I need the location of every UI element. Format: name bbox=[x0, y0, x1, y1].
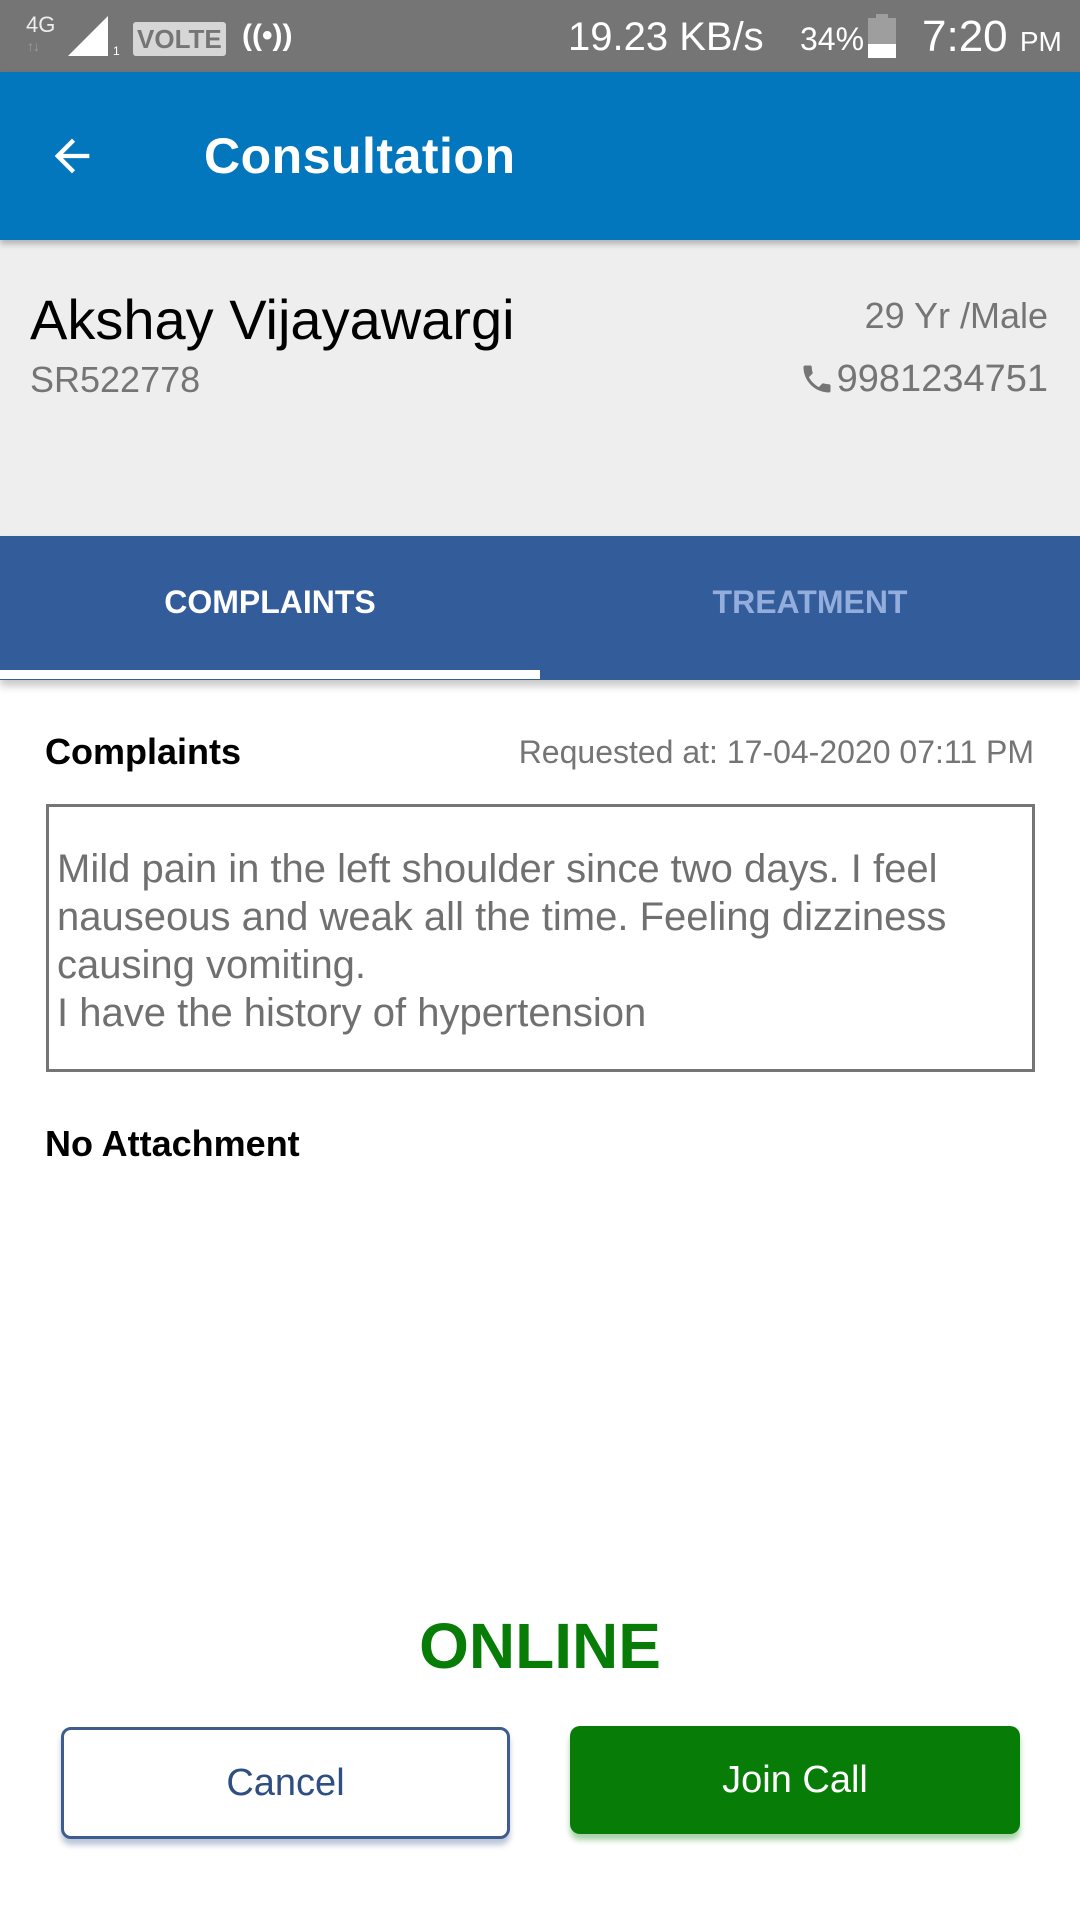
online-status: ONLINE bbox=[419, 1610, 661, 1682]
battery-fill bbox=[868, 44, 896, 58]
phone-icon bbox=[803, 365, 831, 393]
patient-age-gender: 29 Yr /Male bbox=[864, 295, 1048, 336]
battery-percent: 34% bbox=[800, 21, 865, 57]
complaint-text: Mild pain in the left shoulder since two… bbox=[46, 804, 1035, 1072]
volte-badge: VOLTE bbox=[133, 22, 226, 56]
patient-card: Akshay Vijayawargi SR522778 29 Yr /Male … bbox=[0, 240, 1080, 536]
cancel-button[interactable]: Cancel bbox=[61, 1727, 510, 1839]
arrow-left-icon bbox=[54, 138, 90, 174]
complaints-heading: Complaints bbox=[45, 731, 242, 772]
back-button[interactable] bbox=[36, 120, 108, 192]
attachment-status: No Attachment bbox=[45, 1123, 300, 1164]
clock: 7:20 PM bbox=[922, 10, 1062, 69]
requested-at: Requested at: 17-04-2020 07:11 PM bbox=[518, 734, 1034, 770]
data-speed: 19.23 KB/s bbox=[568, 15, 764, 59]
clock-time: 7:20 bbox=[922, 12, 1008, 61]
patient-phone[interactable]: 9981234751 bbox=[799, 356, 1048, 402]
page-title: Consultation bbox=[204, 128, 516, 184]
signal-strength-icon bbox=[68, 16, 108, 56]
sim-slot: 1 bbox=[113, 44, 120, 58]
tab-treatment[interactable]: TREATMENT bbox=[540, 536, 1080, 680]
status-bar: 4G ↑↓ 1 VOLTE ((•)) 19.23 KB/s 34% 7:20 … bbox=[0, 0, 1080, 72]
app-bar: Consultation bbox=[0, 72, 1080, 240]
active-tab-indicator bbox=[0, 670, 540, 679]
data-activity-icon: ↑↓ bbox=[27, 38, 40, 54]
patient-id: SR522778 bbox=[30, 359, 201, 400]
join-call-button[interactable]: Join Call bbox=[570, 1726, 1020, 1834]
patient-phone-number: 9981234751 bbox=[836, 358, 1048, 400]
tab-bar: COMPLAINTS TREATMENT bbox=[0, 536, 1080, 680]
patient-name: Akshay Vijayawargi bbox=[30, 288, 515, 351]
network-type: 4G bbox=[26, 12, 56, 37]
tab-complaints[interactable]: COMPLAINTS bbox=[0, 536, 540, 680]
hotspot-icon: ((•)) bbox=[242, 19, 293, 52]
clock-ampm: PM bbox=[1019, 26, 1062, 57]
battery-icon bbox=[868, 14, 896, 58]
